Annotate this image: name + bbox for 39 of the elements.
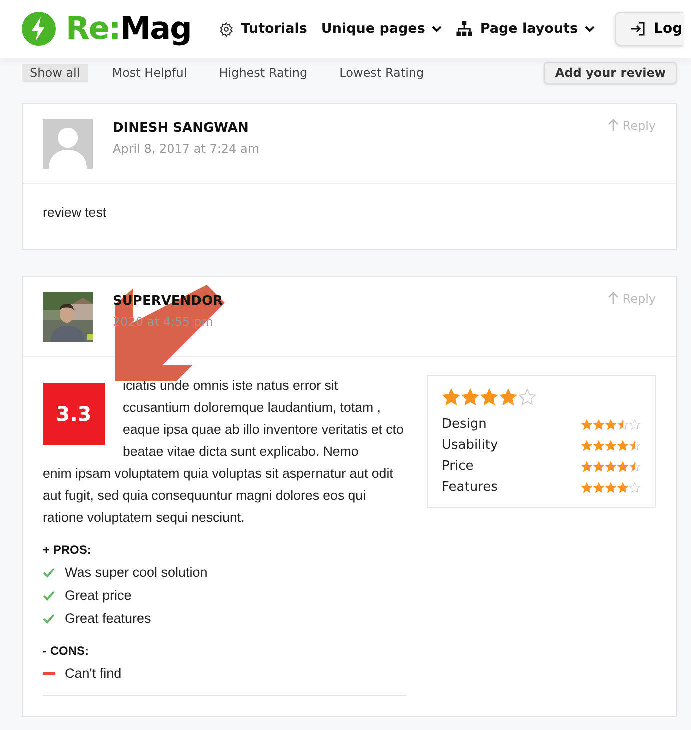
sitemap-icon <box>456 21 474 37</box>
nav-link[interactable]: Tutorials <box>219 21 308 37</box>
filter-tab[interactable]: Most Helpful <box>104 64 196 82</box>
review-text: iciatis unde omnis iste natus error sit ccusantium doloremque laudantium, totam , eaque ipsa quae ab illo inventore veritatis et cto beatae vitae dicta sunt explicabo. Nemo <box>123 377 405 461</box>
review-text: review test <box>43 204 108 222</box>
criterion-label: Design <box>442 417 487 432</box>
arrow-up-icon <box>608 119 619 131</box>
check-icon <box>43 568 55 578</box>
avatar-icon <box>43 119 93 169</box>
pro-item: Great price <box>65 586 132 605</box>
pro-item: Was super cool solution <box>65 564 208 582</box>
section-heading: - CONS: <box>43 644 90 658</box>
section-heading: + PROS: <box>43 543 92 557</box>
reviewer-name: DINESH SANGWAN <box>113 121 250 136</box>
criterion-label: Usability <box>442 438 498 453</box>
minus-icon <box>43 672 55 675</box>
filter-tab[interactable]: Lowest Rating <box>332 64 432 82</box>
score-badge: 3.3 <box>43 383 105 445</box>
review-text: enim ipsam voluptatem quia voluptas sit aspernatur aut odit aut fugit, sed quia consequuntur magni dolores eos qui ratione voluptatem sequi nesciunt. <box>43 465 394 527</box>
logo-text[interactable]: Re:Mag <box>66 11 192 47</box>
filter-tab[interactable]: Show all <box>22 64 88 82</box>
add-review-button[interactable]: Add your review <box>544 62 677 84</box>
pro-item: Great features <box>65 610 152 628</box>
check-icon <box>43 614 55 624</box>
nav-link[interactable]: Unique pages <box>321 21 442 37</box>
login-icon <box>630 22 646 36</box>
check-icon <box>43 590 55 600</box>
login-button[interactable]: Log <box>615 12 683 46</box>
criterion-label: Features <box>442 480 498 495</box>
nav-link[interactable]: Page layouts <box>456 21 596 37</box>
filter-tab[interactable]: Highest Rating <box>211 64 316 82</box>
settings-icon <box>219 22 234 36</box>
caret-icon <box>432 26 442 32</box>
con-item: Can't find <box>65 664 122 682</box>
review-date: April 8, 2017 at 7:24 am <box>113 142 261 156</box>
arrow-up-icon <box>608 292 619 304</box>
lightning-logo-icon <box>22 12 56 46</box>
criterion-label: Price <box>442 459 474 474</box>
caret-icon <box>585 26 596 32</box>
